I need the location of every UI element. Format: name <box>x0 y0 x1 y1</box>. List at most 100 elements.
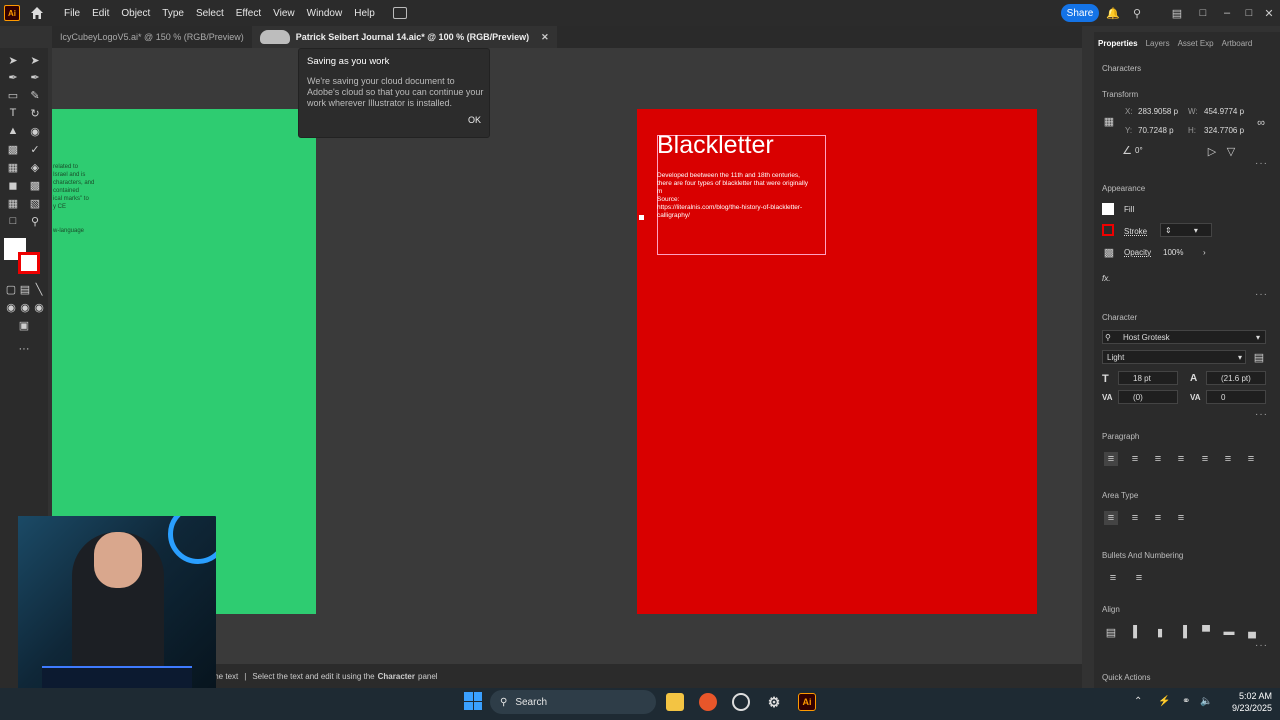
y-field[interactable]: 70.7248 p <box>1138 126 1174 135</box>
paintbrush-tool-icon[interactable]: ✎ <box>28 88 42 102</box>
fx-icon[interactable]: fx. <box>1102 274 1110 283</box>
taskbar-clock[interactable]: 5:02 AM 9/23/2025 <box>1220 690 1272 714</box>
flip-vertical-icon[interactable]: ▽ <box>1224 144 1238 158</box>
transform-more-icon[interactable]: ··· <box>1255 158 1268 169</box>
rotation-field[interactable]: 0° <box>1135 146 1143 155</box>
settings-icon[interactable]: ⚙ <box>765 693 783 711</box>
tab-artboards[interactable]: Artboard <box>1218 36 1257 54</box>
opacity-arrow-icon[interactable]: › <box>1203 248 1206 257</box>
tab-journal-14[interactable]: Patrick Seibert Journal 14.aic* @ 100 % … <box>251 26 557 48</box>
color-mode-icon[interactable]: ▢ <box>4 282 18 296</box>
none-mode-icon[interactable]: ╲ <box>32 282 46 296</box>
constrain-proportions-icon[interactable]: ∞ <box>1254 116 1268 130</box>
gradient-mode-icon[interactable]: ▤ <box>18 282 32 296</box>
align-right-icon[interactable]: ≡ <box>1151 452 1165 466</box>
share-button[interactable]: Share <box>1061 4 1099 22</box>
workspace-icon[interactable]: ▤ <box>1170 6 1184 20</box>
windows-start-icon[interactable] <box>464 692 482 710</box>
justify-left-icon[interactable]: ≡ <box>1174 452 1188 466</box>
menu-type[interactable]: Type <box>156 8 190 19</box>
appearance-more-icon[interactable]: ··· <box>1255 289 1268 300</box>
maximize-icon[interactable]: □ <box>1242 6 1256 20</box>
taskbar-search[interactable]: ⚲ Search <box>490 690 656 714</box>
align-to-icon[interactable]: ▤ <box>1104 625 1118 639</box>
kerning-field[interactable]: (0) <box>1118 390 1178 404</box>
blackletter-body-text[interactable]: Developed beetween the 11th and 18th cen… <box>657 172 827 220</box>
menu-select[interactable]: Select <box>190 8 230 19</box>
align-left-edges-icon[interactable]: ▌ <box>1130 625 1144 639</box>
draw-behind-icon[interactable]: ◉ <box>18 300 32 314</box>
font-dropdown-icon[interactable]: ▾ <box>1256 333 1260 342</box>
menu-file[interactable]: File <box>58 8 86 19</box>
graph-tool-icon[interactable]: ▩ <box>28 178 42 192</box>
draw-inside-icon[interactable]: ◉ <box>32 300 46 314</box>
width-field[interactable]: 454.9774 p <box>1204 107 1244 116</box>
menu-help[interactable]: Help <box>348 8 381 19</box>
menu-object[interactable]: Object <box>115 8 156 19</box>
character-more-icon[interactable]: ··· <box>1255 409 1268 420</box>
align-bottom-edges-icon[interactable]: ▄ <box>1245 625 1259 639</box>
font-style-dropdown-icon[interactable]: ▾ <box>1238 353 1242 362</box>
search-icon[interactable]: ⚲ <box>1130 6 1144 20</box>
eyedropper-tool-icon[interactable]: ✓ <box>28 142 42 156</box>
type-tool-icon[interactable]: T <box>6 106 20 120</box>
wifi-icon[interactable]: ⚭ <box>1182 696 1190 707</box>
rotate-tool-icon[interactable]: ↻ <box>28 106 42 120</box>
screen-mode-icon[interactable]: ▣ <box>17 318 31 332</box>
menu-window[interactable]: Window <box>301 8 349 19</box>
home-icon[interactable] <box>30 6 44 20</box>
mesh-tool-icon[interactable]: ▦ <box>6 196 20 210</box>
leading-field[interactable]: (21.6 pt) <box>1206 371 1266 385</box>
tab-icycubey-logo[interactable]: IcyCubeyLogoV5.ai* @ 150 % (RGB/Preview) <box>52 26 252 48</box>
bell-icon[interactable]: 🔔 <box>1106 6 1120 20</box>
firefox-icon[interactable] <box>699 693 717 711</box>
align-left-icon[interactable]: ≡ <box>1104 452 1118 466</box>
curvature-tool-icon[interactable]: ✒ <box>28 70 42 84</box>
green-artboard-text[interactable]: related to Israel and is characters, and… <box>53 163 113 235</box>
opacity-field[interactable]: 100% <box>1163 248 1183 257</box>
panels-icon[interactable]: □ <box>1196 6 1210 20</box>
reference-point-icon[interactable]: ▦ <box>1102 114 1116 128</box>
justify-right-icon[interactable]: ≡ <box>1221 452 1235 466</box>
justify-all-icon[interactable]: ≡ <box>1244 452 1258 466</box>
tray-overflow-icon[interactable]: ⌃ <box>1134 696 1142 707</box>
stroke-color-swatch[interactable] <box>18 252 40 274</box>
menu-view[interactable]: View <box>267 8 301 19</box>
tracking-field[interactable]: 0 <box>1206 390 1266 404</box>
font-size-field[interactable]: 18 pt <box>1118 371 1178 385</box>
illustrator-taskbar-icon[interactable]: Ai <box>798 693 816 711</box>
volume-icon[interactable]: 🔈 <box>1200 696 1212 707</box>
font-family-field[interactable]: Host Grotesk <box>1102 330 1266 344</box>
artboard-tool-icon[interactable]: □ <box>6 214 20 228</box>
selection-tool-icon[interactable]: ➤ <box>6 53 20 67</box>
align-top-edges-icon[interactable]: ▀ <box>1199 625 1213 639</box>
height-field[interactable]: 324.7706 p <box>1204 126 1244 135</box>
blend-tool-icon[interactable]: ◈ <box>28 160 42 174</box>
area-type-center-icon[interactable]: ≡ <box>1128 511 1142 525</box>
tab-layers[interactable]: Layers <box>1142 36 1174 54</box>
stroke-swatch[interactable] <box>1102 224 1114 236</box>
flip-horizontal-icon[interactable]: ▷ <box>1205 144 1219 158</box>
align-more-icon[interactable]: ··· <box>1255 640 1268 651</box>
align-horizontal-center-icon[interactable]: ▮ <box>1153 625 1167 639</box>
x-field[interactable]: 283.9058 p <box>1138 107 1178 116</box>
opacity-label[interactable]: Opacity <box>1124 248 1151 257</box>
rectangle-tool-icon[interactable]: ▭ <box>6 88 20 102</box>
warp-tool-icon[interactable]: ◉ <box>28 124 42 138</box>
more-tools-icon[interactable]: ··· <box>17 342 31 356</box>
stroke-weight-field[interactable]: ⇕ ▾ <box>1160 223 1212 237</box>
font-search-icon[interactable]: ⚲ <box>1105 333 1111 342</box>
toast-ok-button[interactable]: OK <box>468 115 481 125</box>
minimize-icon[interactable]: – <box>1220 6 1234 20</box>
area-type-bottom-icon[interactable]: ≡ <box>1151 511 1165 525</box>
align-center-icon[interactable]: ≡ <box>1128 452 1142 466</box>
pen-tool-icon[interactable]: ✒ <box>6 70 20 84</box>
slice-tool-icon[interactable]: ▧ <box>28 196 42 210</box>
file-explorer-icon[interactable] <box>666 693 684 711</box>
zoom-tool-icon[interactable]: ⚲ <box>28 214 42 228</box>
draw-normal-icon[interactable]: ◉ <box>4 300 18 314</box>
arrange-documents-icon[interactable] <box>392 7 407 19</box>
fill-swatch[interactable] <box>1102 203 1114 215</box>
close-tab-icon[interactable]: ✕ <box>541 32 549 43</box>
tab-asset-export[interactable]: Asset Exp <box>1174 36 1218 54</box>
